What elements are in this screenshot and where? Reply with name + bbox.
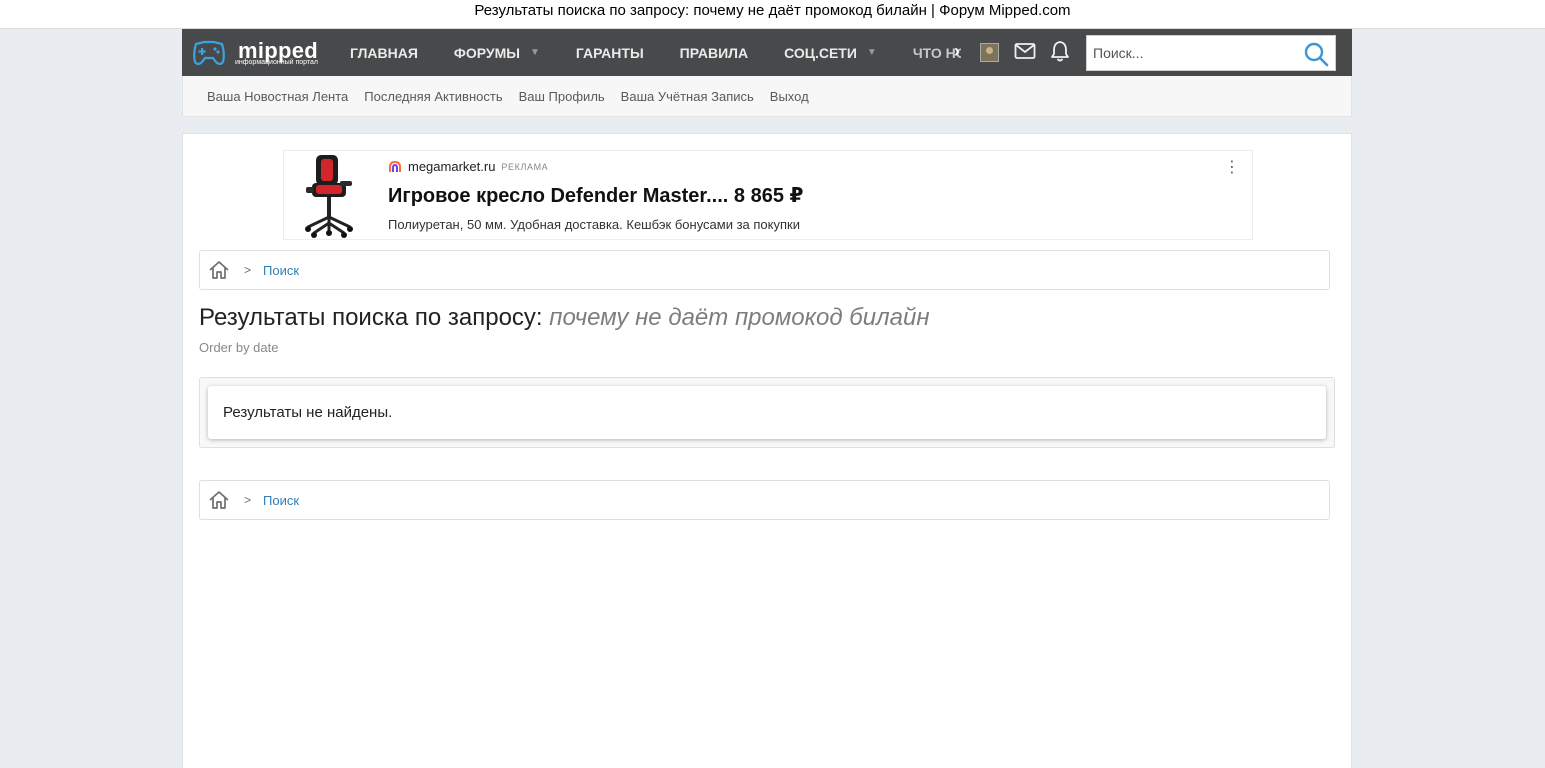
home-icon[interactable] bbox=[208, 490, 230, 510]
chevron-right-icon: > bbox=[244, 263, 252, 277]
main-nav: ГЛАВНАЯ ФОРУМЫ ▼ ГАРАНТЫ ПРАВИЛА СОЦ.СЕТИ… bbox=[332, 29, 961, 76]
ad-description: Полиуретан, 50 мм. Удобная доставка. Кеш… bbox=[388, 217, 800, 232]
subnav-latest-activity[interactable]: Последняя Активность bbox=[356, 89, 510, 104]
user-avatar[interactable] bbox=[980, 43, 999, 62]
home-icon[interactable] bbox=[208, 260, 230, 280]
bell-icon[interactable] bbox=[1050, 40, 1070, 62]
nav-item-social[interactable]: СОЦ.СЕТИ ▼ bbox=[766, 29, 895, 76]
breadcrumb-bottom: > Поиск bbox=[199, 480, 1330, 520]
search-box bbox=[1086, 35, 1336, 71]
nav-item-whats-new[interactable]: ЧТО НОВОГО bbox=[895, 29, 961, 76]
page-title-prefix: Результаты поиска по запросу: bbox=[199, 304, 543, 331]
chevron-down-icon[interactable]: ▼ bbox=[530, 47, 540, 58]
chevron-right-icon: > bbox=[244, 493, 252, 507]
nav-item-guarantors[interactable]: ГАРАНТЫ bbox=[558, 29, 662, 76]
nav-item-label: СОЦ.СЕТИ bbox=[784, 44, 857, 61]
sort-order-label: Order by date bbox=[199, 340, 279, 355]
search-query: почему не даёт промокод билайн bbox=[549, 304, 930, 331]
gaming-chair-image bbox=[305, 155, 353, 238]
ad-banner[interactable]: megamarket.ru РЕКЛАМА Игровое кресло Def… bbox=[283, 150, 1253, 240]
chevron-down-icon[interactable]: ▼ bbox=[867, 47, 877, 58]
breadcrumb: > Поиск bbox=[199, 250, 1330, 290]
megamarket-logo-icon bbox=[389, 160, 401, 172]
site-logo[interactable]: mipped информационный портал bbox=[192, 37, 332, 69]
nav-item-rules[interactable]: ПРАВИЛА bbox=[662, 29, 766, 76]
sub-navigation: Ваша Новостная Лента Последняя Активност… bbox=[182, 76, 1352, 117]
subnav-news-feed[interactable]: Ваша Новостная Лента bbox=[199, 89, 356, 104]
search-icon[interactable] bbox=[1303, 41, 1329, 67]
subnav-logout[interactable]: Выход bbox=[762, 89, 817, 104]
ad-source: megamarket.ru РЕКЛАМА bbox=[388, 159, 548, 174]
no-results-message: Результаты не найдены. bbox=[208, 386, 1326, 439]
breadcrumb-search-link[interactable]: Поиск bbox=[263, 263, 299, 278]
results-container: Результаты не найдены. bbox=[199, 377, 1335, 448]
nav-item-label: ГЛАВНАЯ bbox=[350, 44, 418, 61]
window-title: Результаты поиска по запросу: почему не … bbox=[0, 0, 1545, 29]
main-content: megamarket.ru РЕКЛАМА Игровое кресло Def… bbox=[182, 133, 1352, 768]
page-title: Результаты поиска по запросу: почему не … bbox=[199, 304, 930, 332]
subnav-profile[interactable]: Ваш Профиль bbox=[511, 89, 613, 104]
nav-item-label: ПРАВИЛА bbox=[679, 44, 749, 61]
ad-label: РЕКЛАМА bbox=[501, 161, 549, 172]
ad-headline[interactable]: Игровое кресло Defender Master.... 8 865… bbox=[388, 183, 803, 208]
more-options-icon[interactable]: ⋮ bbox=[1224, 157, 1240, 177]
nav-item-forums[interactable]: ФОРУМЫ ▼ bbox=[436, 29, 558, 76]
envelope-icon[interactable] bbox=[1014, 42, 1036, 60]
search-input[interactable] bbox=[1087, 36, 1297, 70]
nav-scroll-right-icon[interactable]: › bbox=[954, 41, 960, 62]
breadcrumb-search-link[interactable]: Поиск bbox=[263, 493, 299, 508]
ad-domain-text: megamarket.ru bbox=[408, 159, 496, 174]
nav-item-home[interactable]: ГЛАВНАЯ bbox=[332, 29, 436, 76]
logo-tagline: информационный портал bbox=[235, 59, 318, 66]
gamepad-logo-icon bbox=[193, 40, 225, 66]
subnav-account[interactable]: Ваша Учётная Запись bbox=[613, 89, 762, 104]
nav-item-label: ГАРАНТЫ bbox=[575, 44, 644, 61]
top-navigation-bar: mipped информационный портал ГЛАВНАЯ ФОР… bbox=[182, 29, 1352, 76]
nav-item-label: ФОРУМЫ bbox=[453, 44, 520, 61]
